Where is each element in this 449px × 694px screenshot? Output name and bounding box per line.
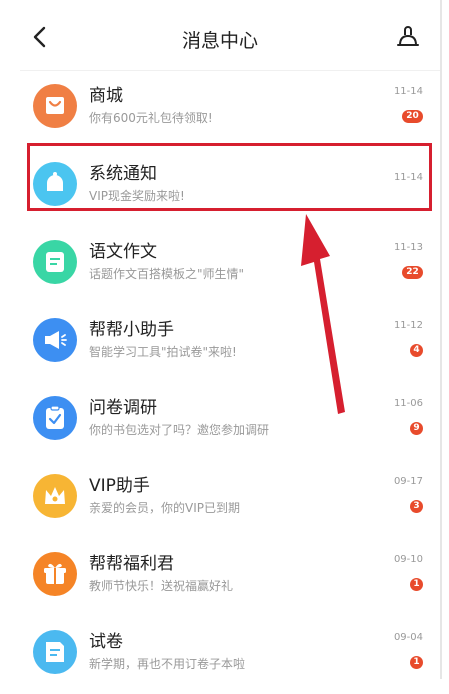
- message-title: 问卷调研: [89, 398, 157, 418]
- avatar: [33, 84, 77, 128]
- shopping-bag-icon: [46, 97, 64, 114]
- clipboard-icon: [46, 405, 64, 429]
- unread-badge: 3: [410, 500, 423, 513]
- header-divider: [20, 70, 440, 71]
- header: 消息中心: [0, 0, 440, 70]
- message-time: 11-13: [393, 242, 423, 253]
- message-time: 09-04: [393, 632, 423, 643]
- right-edge-divider: [440, 0, 442, 679]
- unread-badge: 22: [402, 266, 423, 279]
- document-icon: [46, 252, 64, 272]
- message-title: 语文作文: [89, 242, 157, 262]
- avatar: [33, 474, 77, 518]
- message-preview: 你的书包选对了吗？邀您参加调研: [89, 423, 270, 437]
- unread-badge: 9: [410, 422, 423, 435]
- message-time: 09-10: [393, 554, 423, 565]
- gift-icon: [44, 563, 66, 584]
- message-title: 帮帮小助手: [89, 320, 174, 340]
- message-preview: 亲爱的会员，你的VIP已到期: [89, 501, 240, 515]
- avatar: [33, 396, 77, 440]
- megaphone-icon: [45, 331, 67, 349]
- crown-icon: [45, 487, 65, 504]
- avatar: [33, 630, 77, 674]
- message-preview: 教师节快乐！送祝福赢好礼: [89, 579, 234, 593]
- message-title: 帮帮福利君: [89, 554, 174, 574]
- message-item-welfare[interactable]: 帮帮福利君 教师节快乐！送祝福赢好礼 09-10 1: [0, 540, 440, 616]
- message-item-helper[interactable]: 帮帮小助手 智能学习工具"拍试卷"来啦! 11-12 4: [0, 306, 440, 382]
- broom-icon: [397, 26, 419, 46]
- message-title: 试卷: [89, 632, 123, 652]
- message-time: 09-17: [393, 476, 423, 487]
- message-item-mall[interactable]: 商城 你有600元礼包待领取! 11-14 20: [0, 72, 440, 148]
- message-preview: 智能学习工具"拍试卷"来啦!: [89, 345, 237, 359]
- message-title: VIP助手: [89, 476, 150, 496]
- page-title: 消息中心: [181, 30, 258, 52]
- avatar: [33, 318, 77, 362]
- unread-badge: 20: [402, 110, 423, 123]
- message-preview: 你有600元礼包待领取!: [89, 111, 213, 125]
- avatar: [33, 552, 77, 596]
- avatar: [33, 240, 77, 284]
- message-time: 11-14: [393, 86, 423, 97]
- exam-paper-icon: [46, 642, 64, 662]
- message-time: 11-12: [393, 320, 423, 331]
- clear-unread-button[interactable]: [392, 22, 424, 54]
- unread-badge: 4: [410, 344, 423, 357]
- highlight-box: [27, 143, 432, 211]
- message-preview: 新学期，再也不用订卷子本啦: [89, 657, 246, 671]
- message-title: 商城: [89, 86, 123, 106]
- message-item-vip-assistant[interactable]: VIP助手 亲爱的会员，你的VIP已到期 09-17 3: [0, 462, 440, 538]
- message-item-survey[interactable]: 问卷调研 你的书包选对了吗？邀您参加调研 11-06 9: [0, 384, 440, 460]
- message-time: 11-06: [393, 398, 423, 409]
- unread-badge: 1: [410, 656, 423, 669]
- message-item-exam-papers[interactable]: 试卷 新学期，再也不用订卷子本啦 09-04 1: [0, 618, 440, 694]
- unread-badge: 1: [410, 578, 423, 591]
- message-item-chinese-essay[interactable]: 语文作文 话题作文百搭模板之"师生情" 11-13 22: [0, 228, 440, 304]
- message-preview: 话题作文百搭模板之"师生情": [89, 267, 245, 281]
